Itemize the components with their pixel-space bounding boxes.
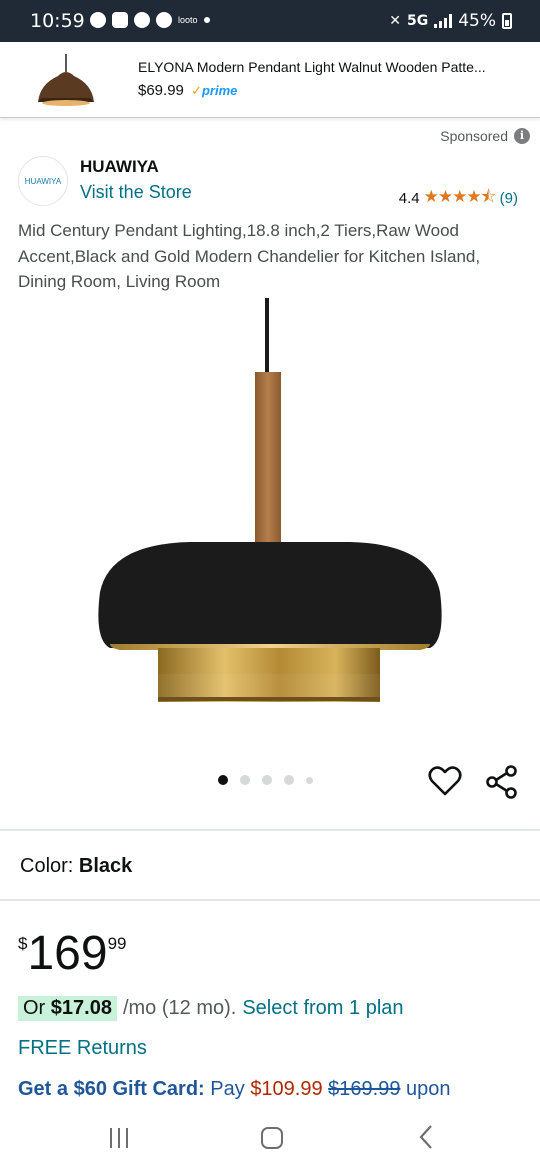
- youtube-icon: [112, 12, 128, 28]
- color-label: Color:: [20, 855, 74, 877]
- tag-icon: [134, 12, 150, 28]
- rating-count-link[interactable]: (9): [500, 190, 518, 207]
- sponsored-label[interactable]: Sponsored i: [440, 128, 530, 144]
- system-nav-bar: [0, 1110, 540, 1170]
- price-symbol: $: [18, 934, 28, 953]
- info-icon[interactable]: i: [514, 128, 530, 144]
- pendant-thumbnail-image: [38, 54, 94, 106]
- free-returns-link[interactable]: FREE Returns: [18, 1037, 147, 1060]
- sticky-price-value: $69.99: [138, 82, 184, 99]
- status-bar: 10:59 looto ✕ 5G 45%: [0, 0, 540, 42]
- price-whole: 169: [27, 927, 108, 980]
- battery-percent: 45%: [458, 11, 496, 31]
- price-fraction: 99: [107, 934, 127, 953]
- product-title: Mid Century Pendant Lighting,18.8 inch,2…: [18, 221, 481, 291]
- battery-icon: [502, 13, 512, 29]
- gift-card-pay: Pay: [210, 1078, 245, 1100]
- rating-summary[interactable]: 4.4 ★★★★⯪ (9): [399, 184, 518, 213]
- gift-card-new-price: $109.99: [250, 1078, 323, 1100]
- installment-or: Or: [23, 997, 46, 1019]
- gift-card-old-price: $169.99: [328, 1078, 401, 1100]
- visit-store-link[interactable]: Visit the Store: [80, 182, 192, 203]
- sticky-price: $69.99 ✓prime: [138, 82, 237, 99]
- home-icon[interactable]: [261, 1127, 283, 1149]
- prime-badge: ✓prime: [191, 83, 237, 98]
- signal-icon: [434, 14, 453, 28]
- installment-amount: $17.08: [50, 997, 112, 1019]
- system-icons: ✕ 5G 45%: [389, 11, 512, 31]
- recents-icon[interactable]: [110, 1128, 128, 1148]
- gift-card-headline: Get a $60 Gift Card:: [18, 1078, 205, 1100]
- rating-value: 4.4: [398, 190, 420, 207]
- chat-icon: [90, 12, 106, 28]
- clock: 10:59: [30, 10, 85, 32]
- heart-icon[interactable]: [428, 764, 462, 798]
- prime-label: prime: [201, 83, 238, 98]
- carousel-dot[interactable]: [218, 775, 228, 785]
- color-selector: Color: Black: [20, 855, 132, 878]
- select-plan-link[interactable]: Select from 1 plan: [242, 997, 403, 1020]
- app-icon: [156, 12, 172, 28]
- price: $ 169 99: [18, 928, 126, 980]
- brand-name[interactable]: HUAWIYA: [80, 157, 159, 177]
- prime-check-icon: ✓: [191, 83, 202, 98]
- installment-plan: Or $17.08 /mo (12 mo). Select from 1 pla…: [18, 996, 404, 1021]
- brand-logo[interactable]: HUAWIYA: [18, 156, 68, 206]
- installment-term: /mo (12 mo).: [122, 997, 237, 1019]
- carousel-dot[interactable]: [306, 776, 313, 784]
- sticky-product-bar[interactable]: ELYONA Modern Pendant Light Walnut Woode…: [0, 42, 540, 118]
- color-value: Black: [78, 855, 133, 877]
- back-icon[interactable]: [418, 1124, 434, 1150]
- gift-card-offer[interactable]: Get a $60 Gift Card: Pay $109.99 $169.99…: [18, 1078, 451, 1101]
- sticky-product-title[interactable]: ELYONA Modern Pendant Light Walnut Woode…: [138, 59, 534, 75]
- network-label: 5G: [406, 13, 429, 29]
- sponsored-text: Sponsored: [440, 128, 508, 144]
- section-divider: [0, 829, 540, 831]
- gift-card-tail: upon: [406, 1078, 451, 1100]
- carousel-dot[interactable]: [262, 775, 272, 785]
- notification-icons: looto: [90, 12, 210, 28]
- star-rating-icon: ★★★★⯪: [423, 187, 497, 206]
- installment-badge: Or $17.08: [18, 996, 117, 1021]
- carousel-dot[interactable]: [284, 775, 294, 785]
- mute-icon: ✕: [389, 13, 401, 29]
- image-carousel-dots[interactable]: [218, 775, 313, 785]
- status-tag: looto: [178, 15, 198, 25]
- share-icon[interactable]: [484, 764, 520, 800]
- product-image[interactable]: [0, 292, 540, 762]
- section-divider: [0, 899, 540, 901]
- carousel-dot[interactable]: [240, 775, 250, 785]
- more-notifications-icon: [203, 17, 210, 23]
- brand-logo-text: HUAWIYA: [24, 176, 62, 186]
